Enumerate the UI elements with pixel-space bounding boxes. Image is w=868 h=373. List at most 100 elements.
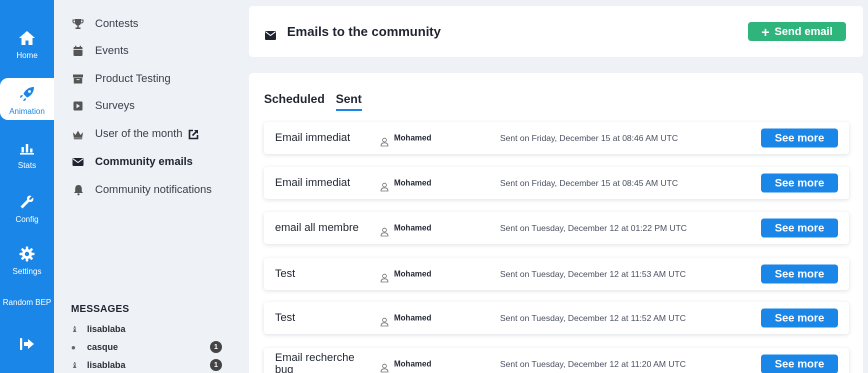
user-icon (380, 134, 389, 147)
rail-item-settings[interactable]: Settings (0, 244, 54, 276)
external-link-icon[interactable] (188, 129, 199, 140)
menu-item-user-of-the-month[interactable]: User of the month (72, 126, 199, 142)
email-subject: Test (275, 268, 296, 280)
rail-item-random-bep[interactable]: Random BEP (0, 298, 54, 307)
menu-item-label: Product Testing (95, 73, 171, 85)
rail-item-label: Animation (9, 107, 45, 116)
see-more-button[interactable]: See more (761, 173, 838, 193)
bar-chart-icon (17, 138, 37, 158)
menu-item-label: Events (95, 45, 129, 57)
tab-sent[interactable]: Sent (335, 92, 362, 111)
message-item[interactable]: ♝ lisablaba 1 (71, 358, 226, 372)
envelope-icon (265, 27, 276, 40)
crown-icon (72, 128, 84, 140)
message-item[interactable]: ♝ lisablaba (71, 322, 226, 336)
message-sender: lisablaba (87, 324, 126, 334)
see-more-button[interactable]: See more (761, 264, 838, 284)
page-header: Emails to the community + Send email (249, 6, 863, 57)
menu-item-community-notifications[interactable]: Community notifications (72, 182, 212, 198)
menu-item-product-testing[interactable]: Product Testing (72, 71, 171, 87)
rail-item-stats[interactable]: Stats (0, 138, 54, 170)
wrench-icon (17, 192, 37, 212)
page-title: Emails to the community (287, 24, 441, 39)
email-subject: Test (275, 312, 296, 324)
menu-item-label: Contests (95, 18, 139, 30)
email-row: Test Mohamed Sent on Tuesday, December 1… (264, 258, 849, 290)
menu-item-label: Surveys (95, 100, 135, 112)
email-author: Mohamed (394, 133, 432, 143)
message-sender: casque (87, 342, 119, 352)
email-author: Mohamed (394, 178, 432, 188)
gear-icon (17, 244, 37, 264)
rail-item-config[interactable]: Config (0, 192, 54, 224)
email-sent-date: Sent on Tuesday, December 12 at 11:53 AM… (500, 269, 686, 279)
rail-item-label: Settings (12, 267, 42, 276)
logout-button[interactable] (0, 334, 54, 357)
user-icon (380, 224, 389, 237)
menu-item-label: Community notifications (95, 184, 212, 196)
survey-icon (72, 100, 84, 112)
menu-item-contests[interactable]: Contests (72, 16, 138, 32)
tab-scheduled[interactable]: Scheduled (264, 92, 325, 111)
email-author: Mohamed (394, 313, 432, 323)
animation-menu: Contests Events Product Testing Surveys … (54, 0, 233, 373)
rail-item-label: Stats (17, 161, 37, 170)
user-icon: ● (71, 342, 76, 352)
message-item[interactable]: ● casque 1 (71, 340, 226, 354)
rail-item-label: Config (15, 215, 39, 224)
see-more-button[interactable]: See more (761, 308, 838, 328)
email-row: email all membre Mohamed Sent on Tuesday… (264, 212, 849, 244)
see-more-button[interactable]: See more (761, 354, 838, 373)
email-row: Email immediat Mohamed Sent on Friday, D… (264, 167, 849, 199)
user-icon (380, 314, 389, 327)
menu-item-surveys[interactable]: Surveys (72, 98, 135, 114)
envelope-icon (72, 156, 84, 168)
rail-item-animation[interactable]: Animation (0, 78, 54, 120)
rail-item-home[interactable]: Home (0, 28, 54, 60)
menu-item-label: Community emails (95, 156, 193, 168)
user-icon (380, 360, 389, 373)
user-icon (380, 270, 389, 283)
left-rail: Home Animation Stats Config Settings Ran… (0, 0, 54, 373)
email-author: Mohamed (394, 359, 432, 369)
user-icon (380, 179, 389, 192)
email-sent-date: Sent on Friday, December 15 at 08:45 AM … (500, 178, 678, 188)
send-email-button[interactable]: + Send email (748, 22, 846, 41)
email-subject: Email immediat (275, 177, 351, 189)
menu-item-events[interactable]: Events (72, 43, 129, 59)
email-sent-date: Sent on Friday, December 15 at 08:46 AM … (500, 133, 678, 143)
bell-icon (72, 184, 84, 196)
email-row: Email immediat Mohamed Sent on Friday, D… (264, 122, 849, 154)
messages-title: MESSAGES (71, 304, 130, 315)
message-sender: lisablaba (87, 360, 126, 370)
unread-badge: 1 (210, 341, 222, 353)
home-icon (17, 28, 37, 48)
plus-icon: + (761, 23, 770, 40)
avatar-icon: ♝ (71, 360, 79, 370)
email-author: Mohamed (394, 223, 432, 233)
tabs: Scheduled Sent (264, 92, 362, 111)
email-row: Test Mohamed Sent on Tuesday, December 1… (264, 302, 849, 334)
trophy-icon (72, 18, 84, 30)
avatar-icon: ♝ (71, 324, 79, 334)
unread-badge: 1 (210, 359, 222, 371)
email-author: Mohamed (394, 269, 432, 279)
rocket-icon (17, 84, 37, 104)
email-subject: Email immediat (275, 132, 351, 144)
see-more-button[interactable]: See more (761, 218, 838, 238)
email-sent-date: Sent on Tuesday, December 12 at 11:20 AM… (500, 359, 686, 369)
email-subject: Email recherche bug (275, 352, 355, 373)
see-more-button[interactable]: See more (761, 128, 838, 148)
menu-item-label: User of the month (95, 128, 183, 140)
emails-panel: Scheduled Sent Email immediat Mohamed Se… (249, 73, 863, 373)
send-email-label: Send email (774, 25, 833, 38)
logout-icon (17, 334, 37, 354)
email-sent-date: Sent on Tuesday, December 12 at 11:52 AM… (500, 313, 686, 323)
email-subject: email all membre (275, 222, 359, 234)
menu-item-community-emails[interactable]: Community emails (72, 154, 193, 170)
calendar-icon (72, 45, 84, 57)
email-sent-date: Sent on Tuesday, December 12 at 01:22 PM… (500, 223, 687, 233)
rail-item-label: Random BEP (2, 298, 52, 307)
rail-item-label: Home (16, 51, 38, 60)
box-icon (72, 73, 84, 85)
